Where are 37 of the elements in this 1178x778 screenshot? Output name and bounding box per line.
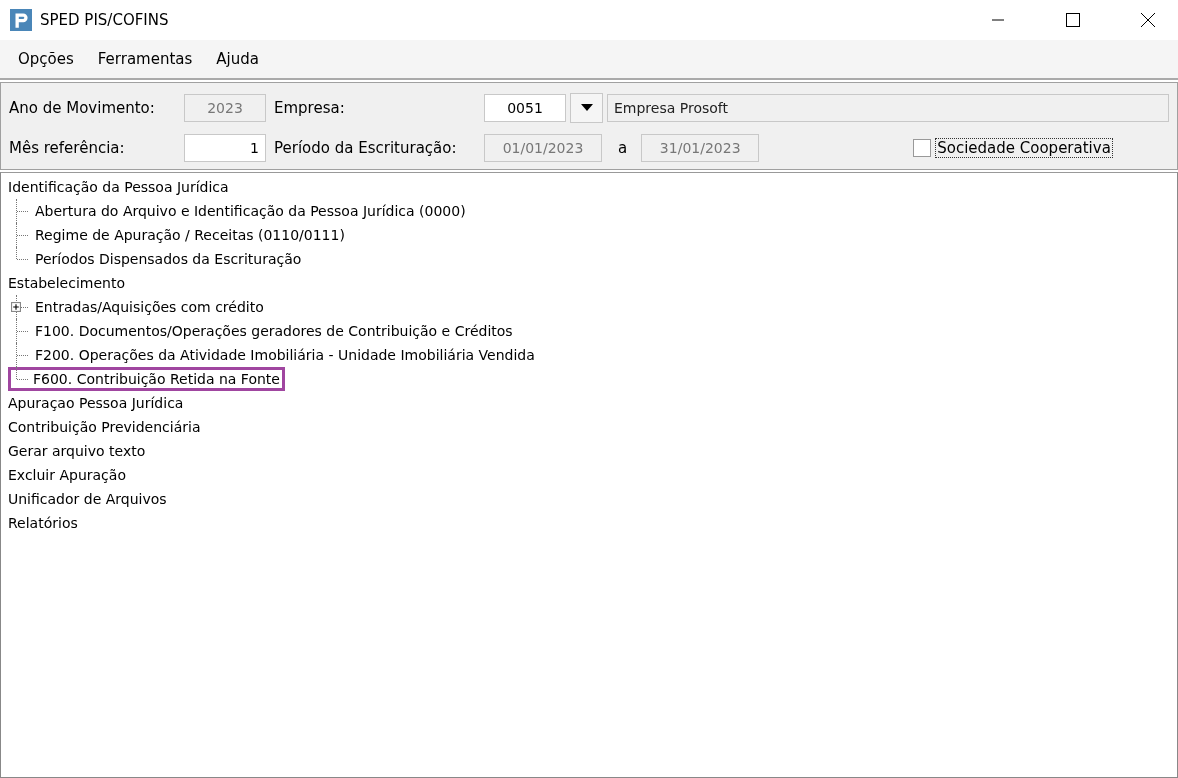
dropdown-button[interactable]: [570, 93, 603, 123]
caret-icon: [580, 104, 593, 112]
tree-item[interactable]: Entradas/Aquisições com crédito: [30, 295, 269, 319]
field-label: Período da Escrituração:: [274, 139, 458, 157]
tree-item[interactable]: F600. Contribuição Retida na Fonte: [8, 367, 285, 391]
start-date-field: 01/01/2023: [484, 134, 602, 162]
tree-item[interactable]: Abertura do Arquivo e Identificação da Pessoa Jurídica (0000): [30, 199, 471, 223]
tree-item[interactable]: Estabelecimento: [3, 271, 130, 295]
window-title: SPED PIS/COFINS: [40, 11, 169, 29]
tree-item[interactable]: Identificação da Pessoa Jurídica: [3, 175, 234, 199]
close-icon[interactable]: [1140, 12, 1156, 28]
tree-item[interactable]: Unificador de Arquivos: [3, 487, 172, 511]
menu-item[interactable]: Opções: [6, 48, 86, 70]
tree-item[interactable]: Excluir Apuração: [3, 463, 131, 487]
tree-item[interactable]: Gerar arquivo texto: [3, 439, 151, 463]
tree-item[interactable]: Relatórios: [3, 511, 83, 535]
month-field[interactable]: 1: [184, 134, 266, 162]
menu-item[interactable]: Ajuda: [204, 48, 271, 70]
checkbox-label[interactable]: Sociedade Cooperativa: [935, 138, 1113, 158]
company-code-field[interactable]: 0051: [484, 94, 566, 122]
maximize-icon[interactable]: [1065, 12, 1081, 28]
tree-item[interactable]: F200. Operações da Atividade Imobiliária - Unidade Imobiliária Vendida: [30, 343, 540, 367]
field-label: Mês referência:: [9, 139, 126, 157]
tree-item[interactable]: Contribuição Previdenciária: [3, 415, 206, 439]
tree-item[interactable]: Regime de Apuração / Receitas (0110/0111): [30, 223, 350, 247]
app-logo-icon: [10, 9, 32, 31]
checkbox[interactable]: [913, 139, 932, 157]
expand-icon[interactable]: [11, 302, 21, 312]
menu-item[interactable]: Ferramentas: [85, 48, 205, 70]
date-separator: a: [618, 139, 628, 157]
tree-item[interactable]: F100. Documentos/Operações geradores de Contribuição e Créditos: [30, 319, 518, 343]
tree-item[interactable]: Apuraçao Pessoa Jurídica: [3, 391, 189, 415]
field-label: Empresa:: [274, 99, 346, 117]
tree-item[interactable]: Períodos Dispensados da Escrituração: [30, 247, 307, 271]
end-date-field: 31/01/2023: [641, 134, 760, 162]
company-name-field: Empresa Prosoft: [607, 94, 1169, 122]
field-label: Ano de Movimento:: [9, 99, 156, 117]
